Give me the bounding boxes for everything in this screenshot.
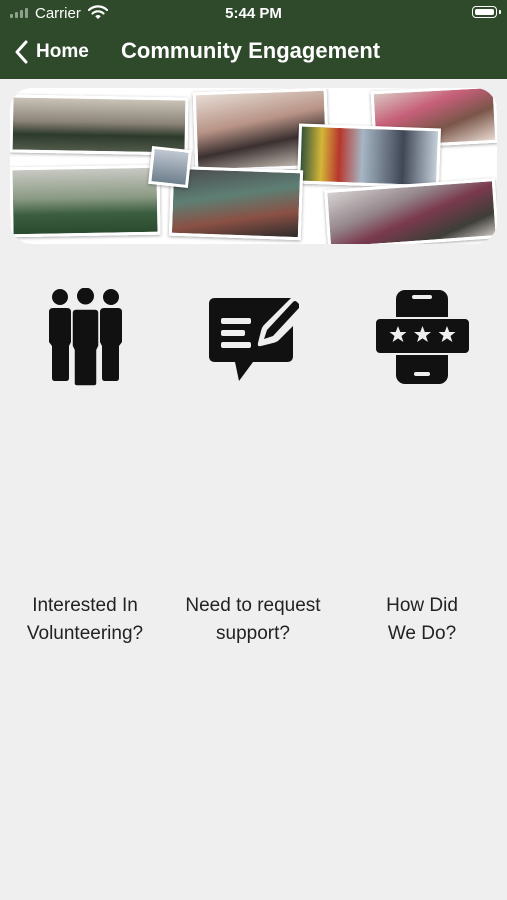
option-label-line: support? (216, 623, 290, 644)
group-people-icon[interactable] (47, 288, 124, 386)
option-label-line: Need to request (185, 595, 321, 616)
volunteering-option[interactable]: Interested In Volunteering? (0, 592, 170, 648)
phone-rating-icon[interactable] (374, 288, 471, 386)
collage-photo (324, 178, 497, 244)
status-bar: Carrier 5:44 PM (0, 0, 507, 28)
chevron-left-icon (15, 40, 28, 64)
edit-message-icon[interactable] (207, 288, 299, 386)
page-title: Community Engagement (121, 38, 381, 63)
option-label-line: How Did (386, 595, 458, 616)
back-button[interactable]: Home (14, 40, 89, 64)
community-photo-collage (10, 88, 497, 244)
collage-photo (148, 146, 192, 188)
collage-photo (10, 164, 161, 238)
option-label-line: Volunteering? (26, 623, 144, 644)
battery-icon (472, 6, 501, 18)
option-label-line: Interested In (32, 595, 138, 616)
collage-photo (296, 123, 442, 189)
option-label-line: We Do? (387, 623, 457, 644)
back-label: Home (36, 41, 89, 62)
status-time: 5:44 PM (225, 5, 282, 22)
feedback-option[interactable]: How Did We Do? (337, 592, 507, 648)
request-support-option[interactable]: Need to request support? (168, 592, 338, 648)
app-header: Carrier 5:44 PM Home Community Engagemen… (0, 0, 507, 79)
